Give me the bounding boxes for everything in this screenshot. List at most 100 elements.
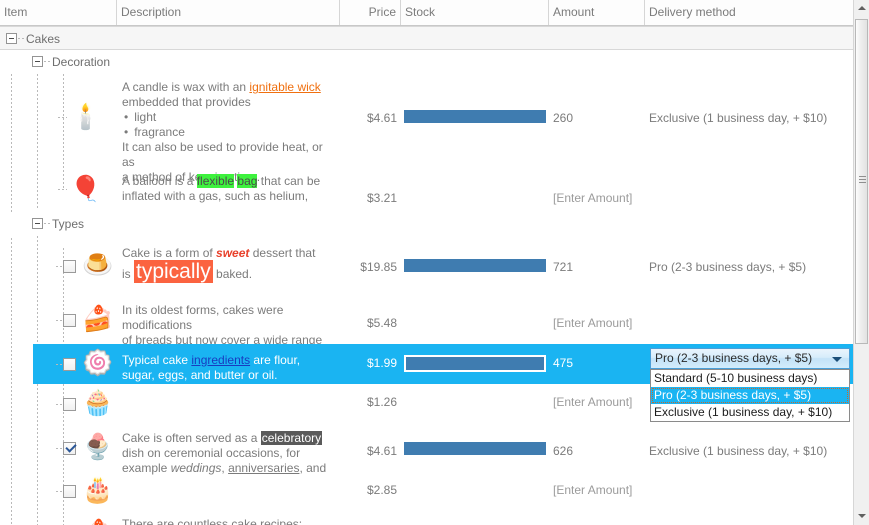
chevron-down-icon[interactable] bbox=[832, 357, 842, 362]
desc-text: is bbox=[122, 267, 134, 281]
row-delivery-method[interactable]: Exclusive (1 business day, + $10) bbox=[645, 111, 853, 125]
vertical-scrollbar[interactable] bbox=[853, 0, 869, 525]
row-checkbox[interactable] bbox=[63, 485, 76, 498]
group-label-types: Types bbox=[52, 217, 85, 231]
row-amount[interactable]: 721 bbox=[549, 260, 645, 274]
row-price: $19.85 bbox=[360, 260, 397, 274]
tree-connector bbox=[56, 364, 63, 365]
green-cake-icon: 🍮 bbox=[82, 251, 114, 279]
group-row-types[interactable]: Types bbox=[0, 212, 853, 236]
desc-text: sugar, eggs, and butter or oil. bbox=[122, 368, 278, 382]
desc-emphasis-sweet: sweet bbox=[216, 246, 250, 260]
row-description: There are countless cake recipes; some a… bbox=[117, 513, 340, 525]
row-item-cell: 🎈 bbox=[0, 166, 117, 212]
row-stock[interactable] bbox=[401, 166, 549, 212]
desc-link-ingredients[interactable]: ingredients bbox=[191, 353, 250, 367]
dropdown-option-standard[interactable]: Standard (5-10 business days) bbox=[651, 370, 849, 387]
dropdown-option-exclusive[interactable]: Exclusive (1 business day, + $10) bbox=[651, 404, 849, 421]
row-checkbox-checked[interactable] bbox=[63, 441, 77, 455]
column-header-stock[interactable]: Stock bbox=[401, 0, 549, 25]
desc-text: dish on ceremonial occasions, for bbox=[122, 446, 301, 460]
desc-text: It can also be used to provide heat, or … bbox=[122, 140, 323, 169]
group-row-decoration[interactable]: Decoration bbox=[0, 50, 853, 74]
desc-text: A candle is wax with an bbox=[122, 80, 250, 94]
triangle-down-icon bbox=[858, 514, 866, 518]
table-row[interactable]: 🍮 Cake is a form of sweet dessert that i… bbox=[0, 236, 853, 296]
row-price: $2.85 bbox=[366, 483, 397, 497]
table-row[interactable]: 🍨 Cake is often served as a celebratory … bbox=[0, 424, 853, 475]
row-checkbox[interactable] bbox=[63, 260, 76, 273]
expander-cakes-icon[interactable] bbox=[6, 33, 17, 44]
desc-highlight-flexible: flexible bbox=[196, 174, 235, 188]
grid-body: Cakes Decoration 🕯️ A candle is wax with… bbox=[0, 26, 853, 525]
column-header-row: Item Description Price Stock Amount Deli… bbox=[0, 0, 853, 26]
row-delivery-method[interactable]: Exclusive (1 business day, + $10) bbox=[645, 444, 853, 458]
row-delivery-method[interactable]: Pro (2-3 business days, + $5) bbox=[645, 260, 853, 274]
delivery-method-combobox[interactable]: Pro (2-3 business days, + $5) bbox=[650, 348, 850, 369]
row-stock[interactable] bbox=[401, 384, 549, 424]
row-checkbox[interactable] bbox=[63, 398, 76, 411]
row-stock[interactable] bbox=[401, 344, 549, 384]
tree-connector bbox=[58, 189, 67, 190]
row-price: $1.26 bbox=[366, 395, 397, 409]
chocolate-cake-icon: 🎂 bbox=[82, 476, 114, 504]
desc-text: are flour, bbox=[250, 353, 301, 367]
tree-connector bbox=[44, 223, 51, 224]
row-amount[interactable]: 626 bbox=[549, 444, 645, 458]
desc-highlight-celebratory: celebratory bbox=[260, 431, 323, 445]
row-amount[interactable]: [Enter Amount] bbox=[549, 191, 645, 205]
row-amount[interactable]: [Enter Amount] bbox=[549, 316, 645, 330]
expander-decoration-icon[interactable] bbox=[32, 56, 43, 67]
row-checkbox[interactable] bbox=[63, 314, 76, 327]
table-row[interactable]: 🎈 A balloon is a flexible bag that can b… bbox=[0, 166, 853, 212]
list-item: fragrance bbox=[122, 125, 334, 140]
row-stock[interactable] bbox=[401, 296, 549, 344]
desc-highlight-typically: typically bbox=[134, 260, 213, 283]
combobox-value: Pro (2-3 business days, + $5) bbox=[655, 351, 813, 365]
tree-list-grid: Item Description Price Stock Amount Deli… bbox=[0, 0, 869, 525]
row-price: $4.61 bbox=[366, 111, 397, 125]
delivery-method-dropdown-list[interactable]: Standard (5-10 business days) Pro (2-3 b… bbox=[650, 369, 850, 422]
column-header-delivery-method[interactable]: Delivery method bbox=[645, 0, 853, 25]
row-stock[interactable] bbox=[401, 472, 549, 510]
row-stock[interactable] bbox=[401, 424, 549, 472]
scroll-up-button[interactable] bbox=[854, 0, 869, 17]
column-header-item[interactable]: Item bbox=[0, 0, 117, 25]
tree-connector bbox=[44, 61, 51, 62]
row-checkbox[interactable] bbox=[63, 358, 76, 371]
table-row[interactable]: 🎂 $2.85 [Enter Amount] bbox=[0, 472, 853, 510]
column-header-amount[interactable]: Amount bbox=[549, 0, 645, 25]
cake-slice-icon: 🍰 bbox=[82, 305, 114, 333]
scrollbar-grip-icon bbox=[859, 176, 866, 183]
row-amount[interactable]: 475 bbox=[549, 356, 645, 370]
desc-text: In its oldest forms, cakes were modifica… bbox=[122, 303, 284, 332]
tree-connector bbox=[58, 117, 67, 118]
stock-bar bbox=[404, 259, 546, 272]
group-label-cakes: Cakes bbox=[26, 32, 61, 46]
stock-bar bbox=[404, 110, 546, 123]
scrollbar-thumb[interactable] bbox=[855, 19, 868, 344]
column-header-description[interactable]: Description bbox=[117, 0, 340, 25]
row-amount[interactable]: [Enter Amount] bbox=[549, 395, 645, 409]
row-amount[interactable]: 260 bbox=[549, 111, 645, 125]
table-row[interactable]: 🍰 There are countless cake recipes; some… bbox=[0, 510, 853, 525]
row-amount[interactable]: [Enter Amount] bbox=[549, 483, 645, 497]
scroll-down-button[interactable] bbox=[854, 508, 869, 525]
dropdown-option-pro[interactable]: Pro (2-3 business days, + $5) bbox=[651, 387, 849, 404]
desc-link-ignitable-wick[interactable]: ignitable wick bbox=[249, 80, 320, 94]
row-stock[interactable] bbox=[401, 74, 549, 166]
row-price: $4.61 bbox=[366, 444, 397, 458]
column-header-price[interactable]: Price bbox=[340, 0, 401, 25]
row-stock[interactable] bbox=[401, 236, 549, 296]
stock-bar-editing[interactable] bbox=[404, 355, 546, 372]
expander-types-icon[interactable] bbox=[32, 218, 43, 229]
desc-text: There are countless cake recipes; some a… bbox=[122, 517, 303, 525]
tree-connector bbox=[56, 491, 63, 492]
row-stock[interactable] bbox=[401, 510, 549, 525]
table-row[interactable]: 🕯️ A candle is wax with an ignitable wic… bbox=[0, 74, 853, 184]
table-row[interactable]: 🍰 In its oldest forms, cakes were modifi… bbox=[0, 296, 853, 377]
desc-text: that can be bbox=[257, 174, 321, 188]
group-row-cakes[interactable]: Cakes bbox=[0, 26, 853, 50]
balloons-icon: 🎈 bbox=[70, 175, 102, 203]
row-item-cell: 🧁 bbox=[0, 384, 117, 424]
